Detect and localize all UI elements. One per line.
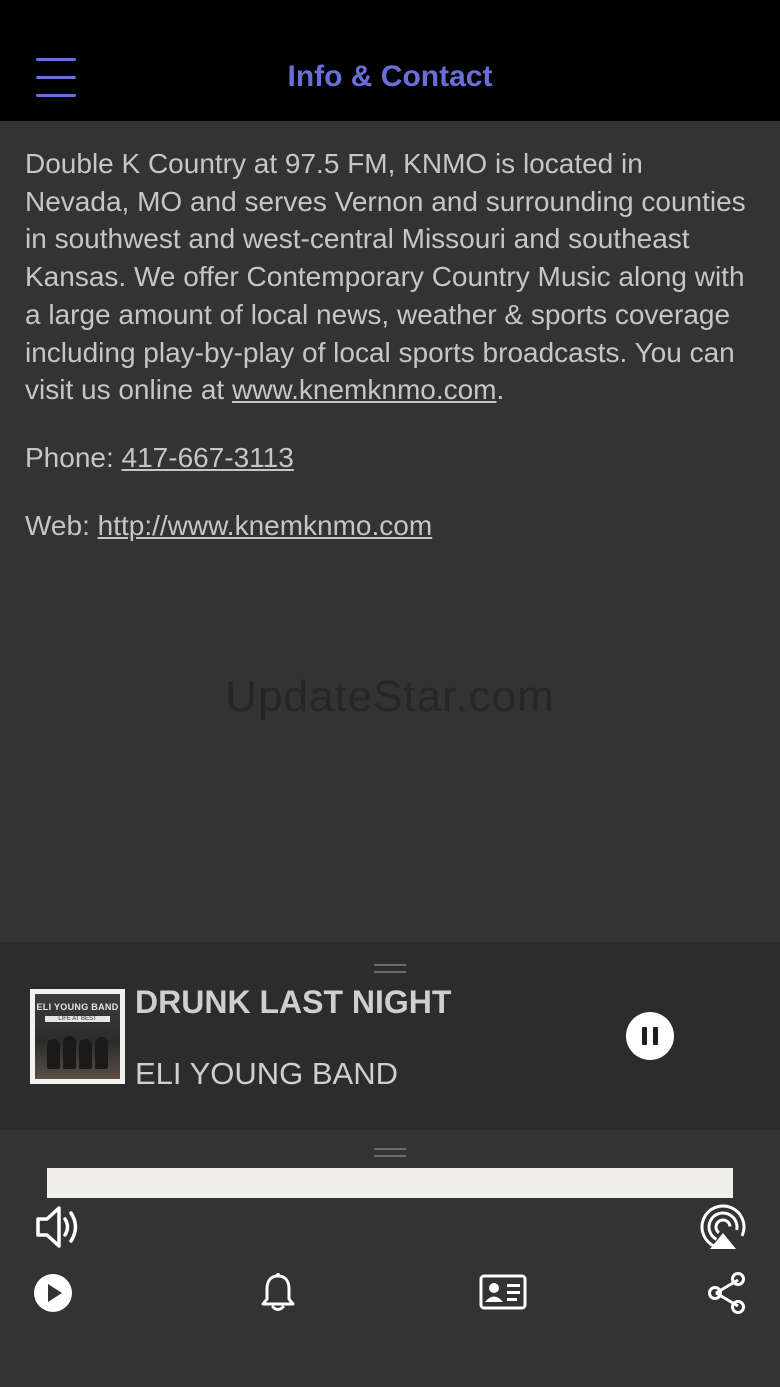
track-title: DRUNK LAST NIGHT bbox=[135, 984, 452, 1020]
now-playing-bar[interactable]: ELI YOUNG BAND LIFE AT BEST DRUNK LAST N… bbox=[0, 942, 780, 1130]
bottom-controls bbox=[0, 1130, 780, 1387]
play-icon[interactable] bbox=[33, 1273, 73, 1313]
station-description: Double K Country at 97.5 FM, KNMO is loc… bbox=[25, 145, 750, 409]
page-title: Info & Contact bbox=[287, 60, 493, 93]
info-content: Double K Country at 97.5 FM, KNMO is loc… bbox=[25, 145, 750, 574]
top-bar: Info & Contact bbox=[0, 0, 780, 121]
album-sub-text: LIFE AT BEST bbox=[45, 1016, 110, 1022]
pause-button[interactable] bbox=[626, 1012, 674, 1060]
airplay-icon[interactable] bbox=[699, 1203, 747, 1251]
share-icon[interactable] bbox=[707, 1271, 747, 1315]
web-row: Web: http://www.knemknmo.com bbox=[25, 507, 750, 545]
website-link-inline[interactable]: www.knemknmo.com bbox=[232, 374, 497, 405]
ad-banner[interactable] bbox=[47, 1168, 733, 1198]
description-end: . bbox=[496, 374, 505, 406]
track-artist: ELI YOUNG BAND bbox=[135, 1056, 399, 1091]
watermark: UpdateStar.com bbox=[225, 672, 555, 721]
album-band-text: ELI YOUNG BAND bbox=[36, 1002, 119, 1012]
web-label: Web: bbox=[25, 509, 98, 541]
phone-label: Phone: bbox=[25, 441, 122, 473]
phone-link[interactable]: 417-667-3113 bbox=[122, 442, 294, 473]
bell-icon[interactable] bbox=[258, 1272, 298, 1314]
album-art: ELI YOUNG BAND LIFE AT BEST bbox=[30, 989, 125, 1084]
drag-handle-icon[interactable] bbox=[374, 1148, 406, 1158]
contact-card-icon[interactable] bbox=[479, 1274, 527, 1310]
web-link[interactable]: http://www.knemknmo.com bbox=[98, 510, 433, 541]
drag-handle-icon[interactable] bbox=[374, 964, 406, 974]
description-text: Double K Country at 97.5 FM, KNMO is loc… bbox=[25, 148, 746, 406]
volume-icon[interactable] bbox=[35, 1204, 83, 1250]
phone-row: Phone: 417-667-3113 bbox=[25, 439, 750, 477]
